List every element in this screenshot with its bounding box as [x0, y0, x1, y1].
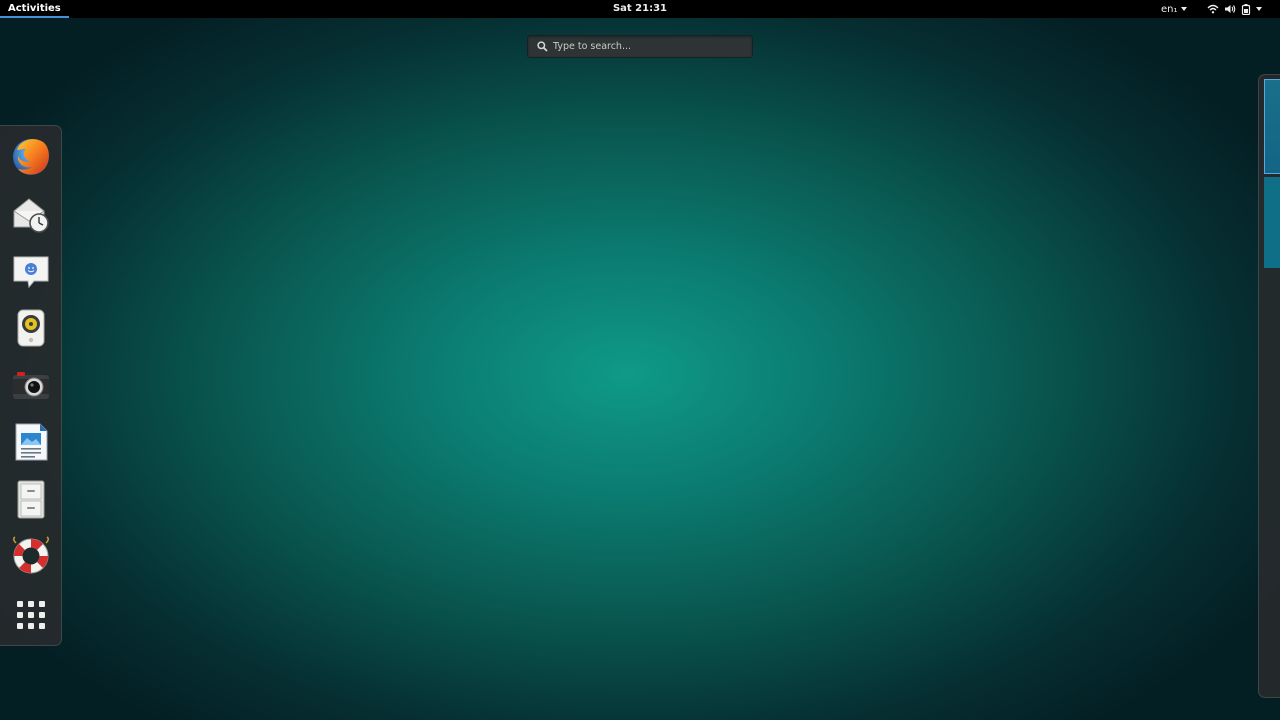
system-menu[interactable] — [1207, 2, 1262, 16]
dash-item-cheese[interactable] — [9, 363, 53, 407]
show-applications-button[interactable] — [9, 593, 53, 637]
chevron-down-icon — [1256, 7, 1262, 11]
chat-icon — [13, 256, 49, 289]
file-cabinet-icon — [17, 480, 45, 519]
workspace-thumbnail-2[interactable] — [1264, 177, 1280, 268]
firefox-icon — [13, 139, 49, 175]
dash-item-rhythmbox[interactable] — [9, 306, 53, 350]
dash-item-writer[interactable] — [9, 420, 53, 464]
chevron-down-icon — [1180, 7, 1187, 11]
battery-icon — [1241, 3, 1251, 15]
dash-item-help[interactable] — [9, 534, 53, 578]
dash-item-firefox[interactable] — [9, 135, 53, 179]
activities-button[interactable]: Activities — [0, 0, 69, 18]
document-icon — [15, 423, 48, 461]
language-indicator[interactable]: en₁ — [1161, 0, 1187, 18]
language-label: en₁ — [1161, 3, 1178, 15]
search-icon — [537, 41, 548, 52]
workspace-thumbnail-1[interactable] — [1264, 79, 1280, 174]
camera-icon — [13, 372, 49, 399]
top-bar: Activities Sat 21:31 en₁ — [0, 0, 1280, 18]
clock-area: Sat 21:31 — [0, 0, 1280, 18]
workspace-switcher — [1258, 74, 1280, 698]
volume-icon — [1225, 5, 1236, 13]
mail-clock-icon — [13, 198, 49, 233]
lifebuoy-icon — [12, 536, 50, 574]
dash-item-evolution[interactable] — [9, 192, 53, 236]
speaker-icon — [17, 309, 45, 347]
search-box[interactable] — [527, 35, 753, 58]
dash-item-empathy[interactable] — [9, 249, 53, 293]
wifi-icon — [1207, 4, 1219, 14]
clock-button[interactable]: Sat 21:31 — [613, 3, 667, 14]
dash — [0, 125, 62, 646]
grid-icon — [17, 601, 45, 629]
dash-item-files[interactable] — [9, 477, 53, 521]
search-input[interactable] — [553, 36, 748, 57]
